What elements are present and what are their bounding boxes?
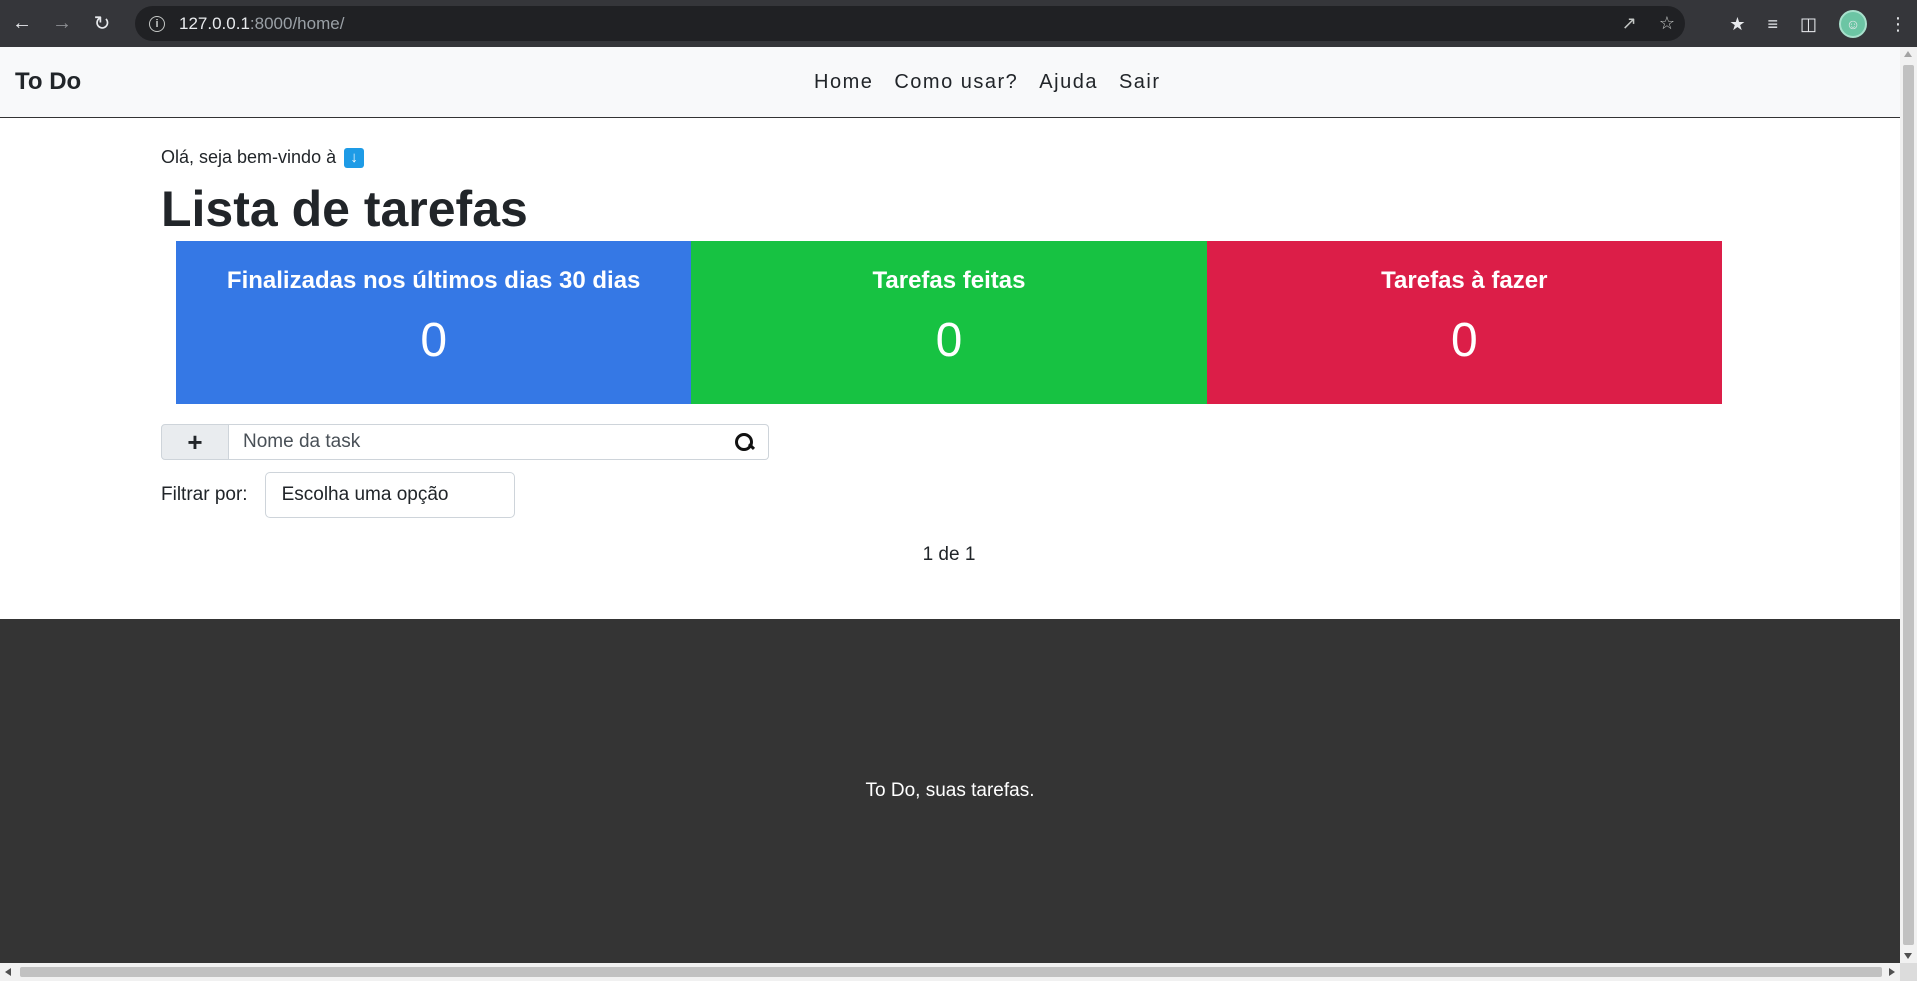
horizontal-scrollbar[interactable]: [0, 963, 1900, 981]
reload-icon[interactable]: ↻: [84, 6, 120, 42]
stats-cards: Finalizadas nos últimos dias 30 dias 0 T…: [176, 241, 1722, 404]
down-arrow-icon: ↓: [344, 147, 365, 168]
card-finalizadas: Finalizadas nos últimos dias 30 dias 0: [176, 241, 692, 404]
star-icon[interactable]: ☆: [1659, 13, 1675, 34]
main-container: Olá, seja bem-vindo à ↓ Lista de tarefas…: [161, 119, 1731, 566]
card-tarefas-a-fazer: Tarefas à fazer 0: [1206, 241, 1722, 404]
url-text[interactable]: 127.0.0.1:8000/home/: [179, 14, 344, 34]
welcome-text: Olá, seja bem-vindo à: [161, 147, 337, 167]
filter-select[interactable]: Escolha uma opção: [264, 472, 515, 518]
scroll-left-icon[interactable]: [5, 968, 11, 976]
footer-text: To Do, suas tarefas.: [865, 780, 1035, 801]
scrollbar-corner: [1900, 963, 1917, 981]
welcome-line: Olá, seja bem-vindo à ↓: [161, 147, 1731, 168]
browser-toolbar: ← → ↻ i 127.0.0.1:8000/home/ ↗ ☆ ★ ≡ ◫ ☺…: [0, 0, 1917, 47]
vertical-scrollbar[interactable]: [1900, 47, 1917, 963]
address-bar[interactable]: i 127.0.0.1:8000/home/ ↗ ☆: [135, 6, 1685, 41]
card-value: 0: [420, 314, 448, 367]
kebab-menu-icon[interactable]: ⋮: [1889, 14, 1907, 35]
nav-link-ajuda[interactable]: Ajuda: [1039, 71, 1098, 94]
page-title: Lista de tarefas: [161, 181, 528, 237]
card-title: Tarefas à fazer: [1381, 267, 1548, 294]
info-icon[interactable]: i: [149, 15, 165, 32]
puzzle-icon[interactable]: ★: [1729, 14, 1745, 35]
nav-links: Home Como usar? Ajuda Sair: [814, 71, 1161, 94]
card-title: Tarefas feitas: [872, 267, 1026, 294]
side-panel-icon[interactable]: ◫: [1800, 14, 1817, 35]
scroll-up-icon[interactable]: [1904, 51, 1912, 57]
page-viewport: To Do Home Como usar? Ajuda Sair Olá, se…: [0, 47, 1900, 963]
back-arrow-icon[interactable]: ←: [4, 6, 40, 42]
nav-link-home[interactable]: Home: [814, 71, 873, 94]
card-value: 0: [935, 314, 963, 367]
search-box: [229, 424, 769, 460]
filter-label: Filtrar por:: [161, 484, 248, 505]
card-value: 0: [1450, 314, 1478, 367]
scroll-down-icon[interactable]: [1904, 953, 1912, 959]
search-row: +: [161, 424, 1731, 460]
reading-list-icon[interactable]: ≡: [1767, 14, 1778, 35]
scroll-thumb[interactable]: [1903, 65, 1914, 945]
brand-logo[interactable]: To Do: [15, 68, 81, 96]
navbar: To Do Home Como usar? Ajuda Sair: [0, 47, 1900, 118]
card-tarefas-feitas: Tarefas feitas 0: [691, 241, 1207, 404]
url-host: 127.0.0.1: [179, 13, 250, 33]
pagination-text: 1 de 1: [922, 544, 976, 565]
nav-link-como-usar[interactable]: Como usar?: [894, 71, 1018, 94]
filter-row: Filtrar por: Escolha uma opção: [161, 472, 1731, 518]
add-task-button[interactable]: +: [161, 424, 229, 460]
scroll-thumb[interactable]: [20, 967, 1882, 977]
search-icon[interactable]: [734, 432, 754, 452]
url-path: :8000/home/: [249, 13, 345, 33]
footer: To Do, suas tarefas.: [0, 619, 1900, 963]
nav-link-sair[interactable]: Sair: [1119, 71, 1161, 94]
forward-arrow-icon[interactable]: →: [44, 6, 80, 42]
avatar[interactable]: ☺: [1839, 10, 1867, 38]
share-icon[interactable]: ↗: [1622, 13, 1637, 34]
search-input[interactable]: [243, 431, 703, 453]
card-title: Finalizadas nos últimos dias 30 dias: [226, 267, 641, 294]
scroll-right-icon[interactable]: [1889, 968, 1895, 976]
